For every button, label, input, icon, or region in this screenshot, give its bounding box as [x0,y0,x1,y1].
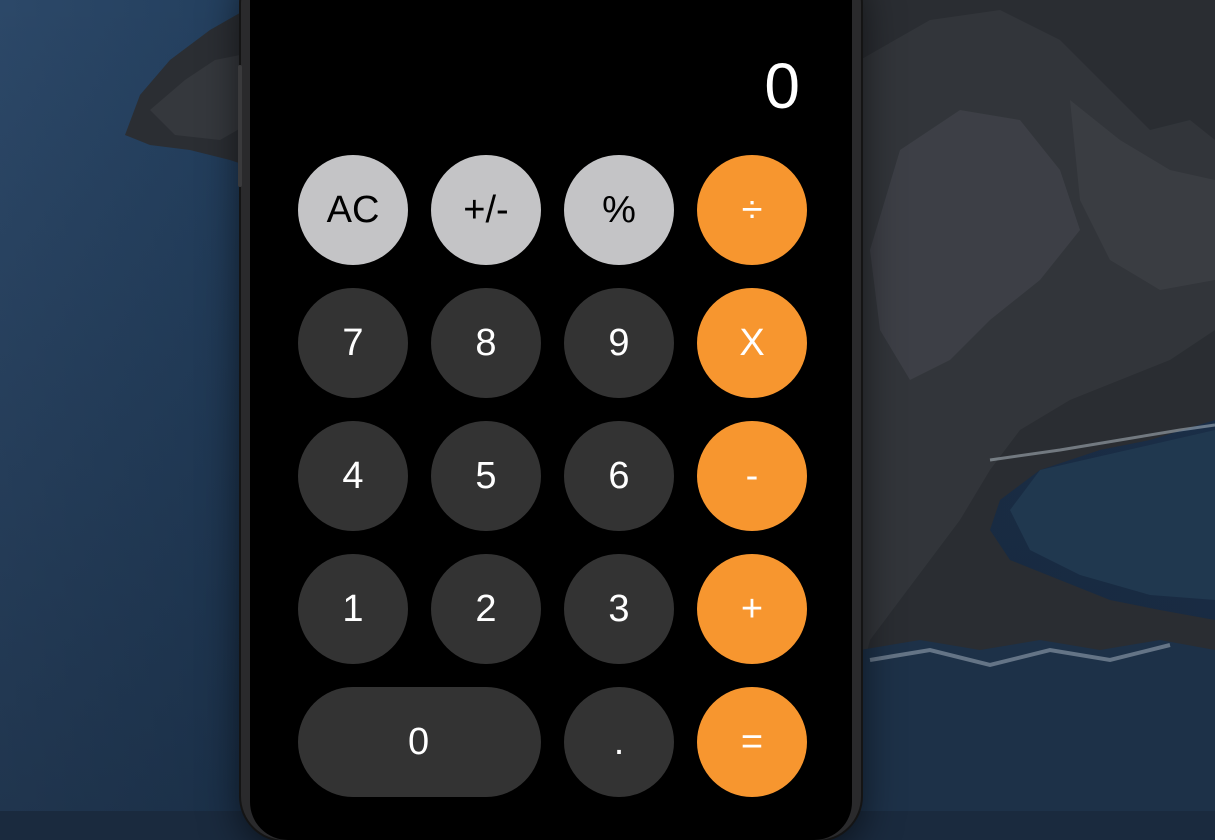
digit-2-label: 2 [475,587,497,630]
divide-button[interactable]: ÷ [697,155,807,265]
multiply-button-label: X [739,321,765,364]
decimal-button[interactable]: . [564,687,674,797]
plus-button[interactable]: + [697,554,807,664]
multiply-button[interactable]: X [697,288,807,398]
decimal-button-label: . [613,720,625,763]
digit-0-label: 0 [408,720,430,763]
digit-1-label: 1 [342,587,364,630]
divide-button-label: ÷ [741,188,763,231]
digit-0-button[interactable]: 0 [298,687,541,797]
percent-button-label: % [602,188,636,231]
minus-button[interactable]: - [697,421,807,531]
digit-1-button[interactable]: 1 [298,554,408,664]
digit-8-label: 8 [475,321,497,364]
calculator-display: 0 [764,50,800,122]
digit-6-button[interactable]: 6 [564,421,674,531]
minus-button-label: - [745,454,759,497]
digit-3-label: 3 [608,587,630,630]
digit-5-button[interactable]: 5 [431,421,541,531]
clear-button-label: AC [326,188,380,231]
digit-6-label: 6 [608,454,630,497]
clear-button[interactable]: AC [298,155,408,265]
digit-7-label: 7 [342,321,364,364]
digit-2-button[interactable]: 2 [431,554,541,664]
negate-button[interactable]: +/- [431,155,541,265]
calculator-screen: 0 AC +/- % ÷ 7 8 9 X 4 5 6 - 1 2 3 + 0 .… [250,0,852,840]
digit-7-button[interactable]: 7 [298,288,408,398]
digit-9-button[interactable]: 9 [564,288,674,398]
digit-5-label: 5 [475,454,497,497]
equals-button-label: = [740,720,764,763]
digit-4-label: 4 [342,454,364,497]
iphone-frame: 0 AC +/- % ÷ 7 8 9 X 4 5 6 - 1 2 3 + 0 .… [238,0,861,840]
volume-button [238,95,242,187]
digit-3-button[interactable]: 3 [564,554,674,664]
digit-4-button[interactable]: 4 [298,421,408,531]
plus-button-label: + [740,587,764,630]
equals-button[interactable]: = [697,687,807,797]
negate-button-label: +/- [463,188,509,231]
percent-button[interactable]: % [564,155,674,265]
digit-8-button[interactable]: 8 [431,288,541,398]
digit-9-label: 9 [608,321,630,364]
